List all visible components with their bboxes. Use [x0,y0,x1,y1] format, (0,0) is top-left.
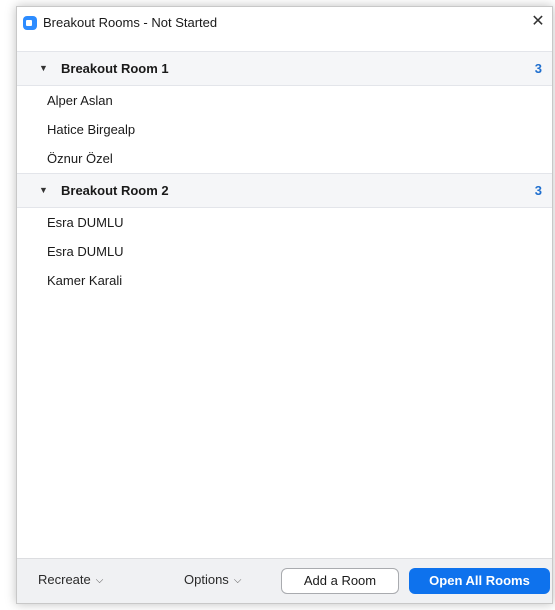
recreate-label: Recreate [38,572,91,587]
window-title: Breakout Rooms - Not Started [43,15,218,30]
caret-down-icon[interactable]: ▼ [39,63,48,73]
breakout-rooms-window: Breakout Rooms - Not Started ✕ ▼ Breakou… [16,6,553,604]
options-menu[interactable]: Options ⌵ [184,572,241,587]
room-header-1[interactable]: ▼ Breakout Room 1 3 [17,51,552,86]
participant-item[interactable]: Alper Aslan [17,86,552,115]
room-name: Breakout Room 2 [61,183,169,198]
participant-item[interactable]: Öznur Özel [17,144,552,173]
room-header-2[interactable]: ▼ Breakout Room 2 3 [17,173,552,208]
participant-item[interactable]: Hatice Birgealp [17,115,552,144]
title-bar: Breakout Rooms - Not Started ✕ [17,7,552,39]
chevron-down-icon: ⌵ [95,575,104,586]
room-participant-count: 3 [534,183,542,198]
participant-item[interactable]: Esra DUMLU [17,208,552,237]
caret-down-icon[interactable]: ▼ [39,185,48,195]
close-icon[interactable]: ✕ [526,10,550,34]
options-label: Options [184,572,229,587]
room-name: Breakout Room 1 [61,61,169,76]
footer-bar: Recreate ⌵ Options ⌵ Add a Room Open All R… [17,558,552,603]
add-room-button[interactable]: Add a Room [281,568,399,594]
open-all-rooms-button[interactable]: Open All Rooms [409,568,550,594]
participant-item[interactable]: Esra DUMLU [17,237,552,266]
room-participant-count: 3 [534,61,542,76]
participant-item[interactable]: Kamer Karali [17,266,552,295]
rooms-list: ▼ Breakout Room 1 3 Alper Aslan Hatice B… [17,51,552,295]
chevron-down-icon: ⌵ [233,575,242,586]
recreate-menu[interactable]: Recreate ⌵ [38,572,103,587]
zoom-app-icon [23,16,37,30]
